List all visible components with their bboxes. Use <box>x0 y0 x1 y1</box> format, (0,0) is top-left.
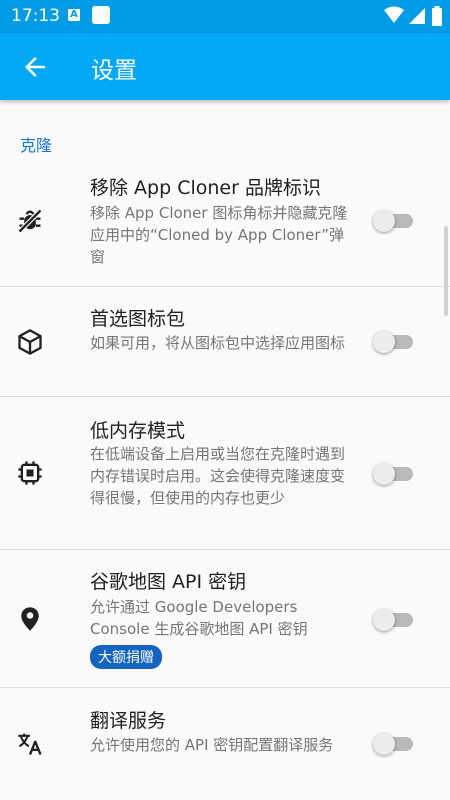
setting-title: 低内存模式 <box>90 420 186 442</box>
page-title: 设置 <box>91 58 137 84</box>
setting-summary: 移除 App Cloner 图标角标并隐藏克隆应用中的“Cloned by Ap… <box>90 204 348 266</box>
cube-icon <box>18 329 42 355</box>
translation-toggle[interactable] <box>373 731 417 755</box>
setting-title: 移除 App Cloner 品牌标识 <box>90 177 321 199</box>
remove-branding-toggle[interactable] <box>373 208 417 232</box>
setting-summary: 允许使用您的 API 密钥配置翻译服务 <box>90 736 334 754</box>
setting-summary: 如果可用，将从图标包中选择应用图标 <box>90 334 346 352</box>
setting-row-maps-api-key[interactable]: 谷歌地图 API 密钥 允许通过 Google Developers Conso… <box>0 550 450 687</box>
signal-icon <box>409 8 425 24</box>
setting-row-remove-branding[interactable]: 移除 App Cloner 品牌标识 移除 App Cloner 图标角标并隐藏… <box>0 170 450 286</box>
battery-icon <box>432 6 442 26</box>
back-arrow-icon[interactable] <box>20 52 50 82</box>
low-memory-toggle[interactable] <box>373 461 417 485</box>
notification-a-icon: A <box>68 9 80 21</box>
setting-row-translation[interactable]: 翻译服务 允许使用您的 API 密钥配置翻译服务 <box>0 688 450 800</box>
setting-title: 翻译服务 <box>90 710 167 732</box>
status-time: 17:13 <box>11 6 60 26</box>
setting-summary: 在低端设备上启用或当您在克隆时遇到内存错误时启用。这会使得克隆速度变得很慢，但使… <box>90 445 346 507</box>
anti-bug-icon <box>17 208 43 234</box>
scrollbar[interactable] <box>444 226 448 316</box>
status-bar: 17:13 A <box>0 0 450 33</box>
setting-title: 首选图标包 <box>90 308 186 330</box>
icon-pack-toggle[interactable] <box>373 329 417 353</box>
chip-icon <box>18 461 42 485</box>
wifi-icon <box>384 6 404 23</box>
setting-summary: 允许通过 Google Developers Console 生成谷歌地图 AP… <box>90 598 308 638</box>
setting-row-icon-pack[interactable]: 首选图标包 如果可用，将从图标包中选择应用图标 <box>0 287 450 397</box>
setting-title: 谷歌地图 API 密钥 <box>90 571 247 593</box>
section-header: 克隆 <box>20 136 53 155</box>
donation-badge: 大额捐赠 <box>90 645 162 669</box>
app-bar: 设置 <box>0 33 450 100</box>
maps-api-key-toggle[interactable] <box>373 607 417 631</box>
setting-row-low-memory[interactable]: 低内存模式 在低端设备上启用或当您在克隆时遇到内存错误时启用。这会使得克隆速度变… <box>0 397 450 549</box>
notification-square-icon <box>92 6 110 24</box>
map-marker-icon <box>21 607 39 631</box>
translate-icon <box>18 733 42 755</box>
